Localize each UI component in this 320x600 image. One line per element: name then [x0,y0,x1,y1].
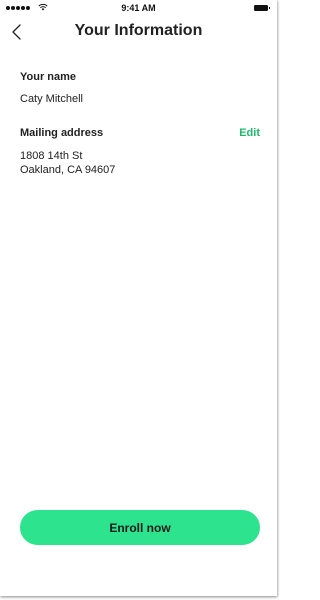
edit-address-link[interactable]: Edit [239,127,260,139]
mailing-address-label: Mailing address [20,127,104,139]
status-bar: 9:41 AM [0,0,277,18]
battery-icon [254,5,270,11]
nav-header: Your Information [0,18,277,46]
status-time: 9:41 AM [121,3,156,13]
name-value: Caty Mitchell [20,93,83,105]
name-label: Your name [20,71,77,83]
screen: 9:41 AM Your Information Your name Caty … [0,0,277,596]
page-title: Your Information [74,22,203,39]
enroll-now-button[interactable]: Enroll now [20,510,260,545]
address-line-1: 1808 14th St [20,150,83,162]
address-line-2: Oakland, CA 94607 [20,164,116,176]
